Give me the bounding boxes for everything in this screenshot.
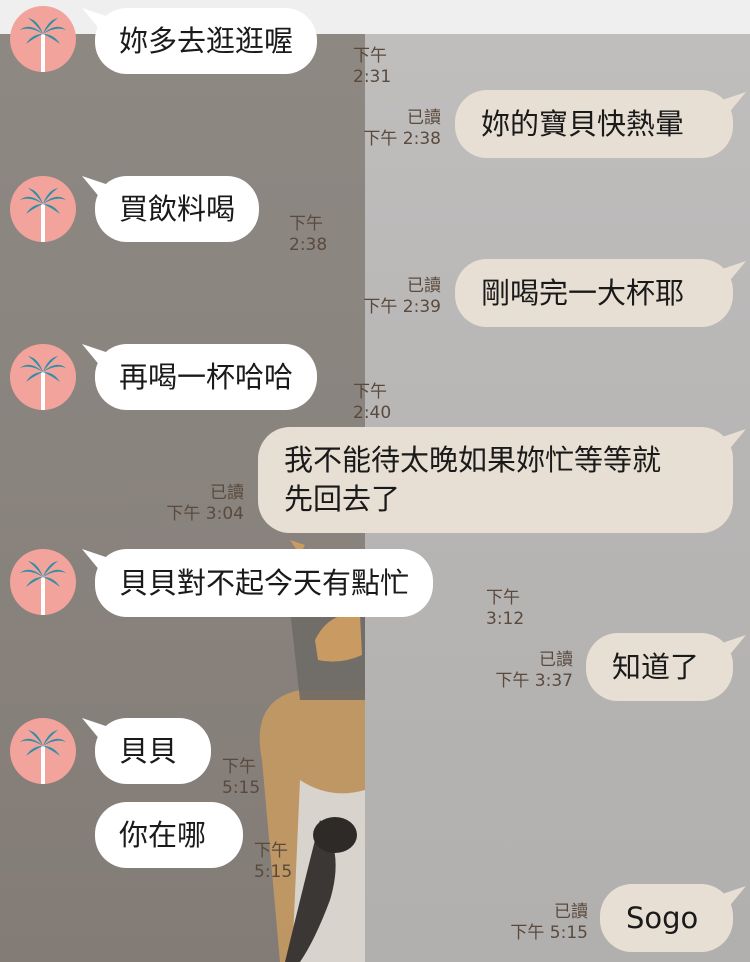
timestamp: 下午 3:12: [486, 588, 525, 629]
message-text: 妳多去逛逛喔: [119, 23, 294, 58]
timestamp: 下午 3:04: [166, 504, 244, 524]
timestamp: 下午 5:15: [254, 841, 293, 882]
message-text: 貝貝對不起今天有點忙: [119, 565, 410, 600]
message-text: Sogo: [626, 900, 699, 935]
message-meta: 已讀 下午 3:04: [158, 483, 244, 525]
message-meta: 下午 3:12: [486, 588, 524, 630]
message-meta: 下午 5:15: [222, 757, 260, 799]
read-receipt: 已讀: [210, 483, 244, 503]
message-text: 貝貝: [119, 733, 178, 768]
palm-tree-icon: [20, 356, 66, 410]
message-bubble[interactable]: 再喝一杯哈哈: [95, 344, 318, 410]
palm-tree-icon: [20, 730, 66, 784]
message-bubble[interactable]: 知道了: [586, 633, 733, 701]
timestamp: 下午 5:15: [510, 923, 588, 943]
message-meta: 下午 2:40: [353, 382, 391, 424]
message-meta: 已讀 下午 3:37: [487, 650, 573, 692]
message-bubble[interactable]: 買飲料喝: [95, 176, 260, 242]
palm-tree-icon: [20, 188, 66, 242]
message-meta: 已讀 下午 2:39: [355, 276, 441, 318]
message-bubble[interactable]: 妳的寶貝快熱暈: [455, 90, 733, 158]
message-meta: 下午 2:31: [353, 46, 391, 88]
message-bubble[interactable]: 貝貝: [95, 718, 211, 784]
message-meta: 已讀 下午 2:38: [355, 108, 441, 150]
read-receipt: 已讀: [407, 276, 441, 296]
message-meta: 下午 2:38: [289, 214, 327, 256]
read-receipt: 已讀: [554, 902, 588, 922]
message-text: 再喝一杯哈哈: [119, 359, 294, 394]
timestamp: 下午 5:15: [222, 757, 261, 798]
avatar[interactable]: [10, 718, 76, 784]
palm-tree-icon: [20, 18, 66, 72]
avatar[interactable]: [10, 6, 76, 72]
message-meta: 下午 5:15: [254, 841, 292, 883]
message-bubble[interactable]: Sogo: [600, 884, 733, 952]
avatar[interactable]: [10, 344, 76, 410]
timestamp: 下午 2:40: [353, 382, 392, 423]
message-text: 知道了: [612, 649, 700, 684]
message-text: 你在哪: [119, 817, 207, 852]
message-text: 買飲料喝: [119, 191, 236, 226]
timestamp: 下午 3:37: [495, 671, 573, 691]
message-bubble[interactable]: 貝貝對不起今天有點忙: [95, 549, 434, 617]
avatar[interactable]: [10, 549, 76, 615]
read-receipt: 已讀: [539, 650, 573, 670]
message-text: 剛喝完一大杯耶: [481, 275, 685, 310]
message-bubble[interactable]: 我不能待太晚如果妳忙等等就 先回去了: [258, 427, 733, 533]
timestamp: 下午 2:31: [353, 46, 392, 87]
message-bubble[interactable]: 剛喝完一大杯耶: [455, 259, 733, 327]
timestamp: 下午 2:39: [363, 297, 441, 317]
message-bubble[interactable]: 妳多去逛逛喔: [95, 8, 318, 74]
message-text-line-2: 先回去了: [284, 482, 401, 516]
read-receipt: 已讀: [407, 108, 441, 128]
palm-tree-icon: [20, 561, 66, 615]
message-text-line-1: 我不能待太晚如果妳忙等等就: [284, 443, 662, 477]
message-text: 妳的寶貝快熱暈: [481, 106, 685, 141]
timestamp: 下午 2:38: [289, 214, 328, 255]
message-meta: 已讀 下午 5:15: [502, 902, 588, 944]
avatar[interactable]: [10, 176, 76, 242]
timestamp: 下午 2:38: [363, 129, 441, 149]
message-bubble[interactable]: 你在哪: [95, 802, 243, 868]
